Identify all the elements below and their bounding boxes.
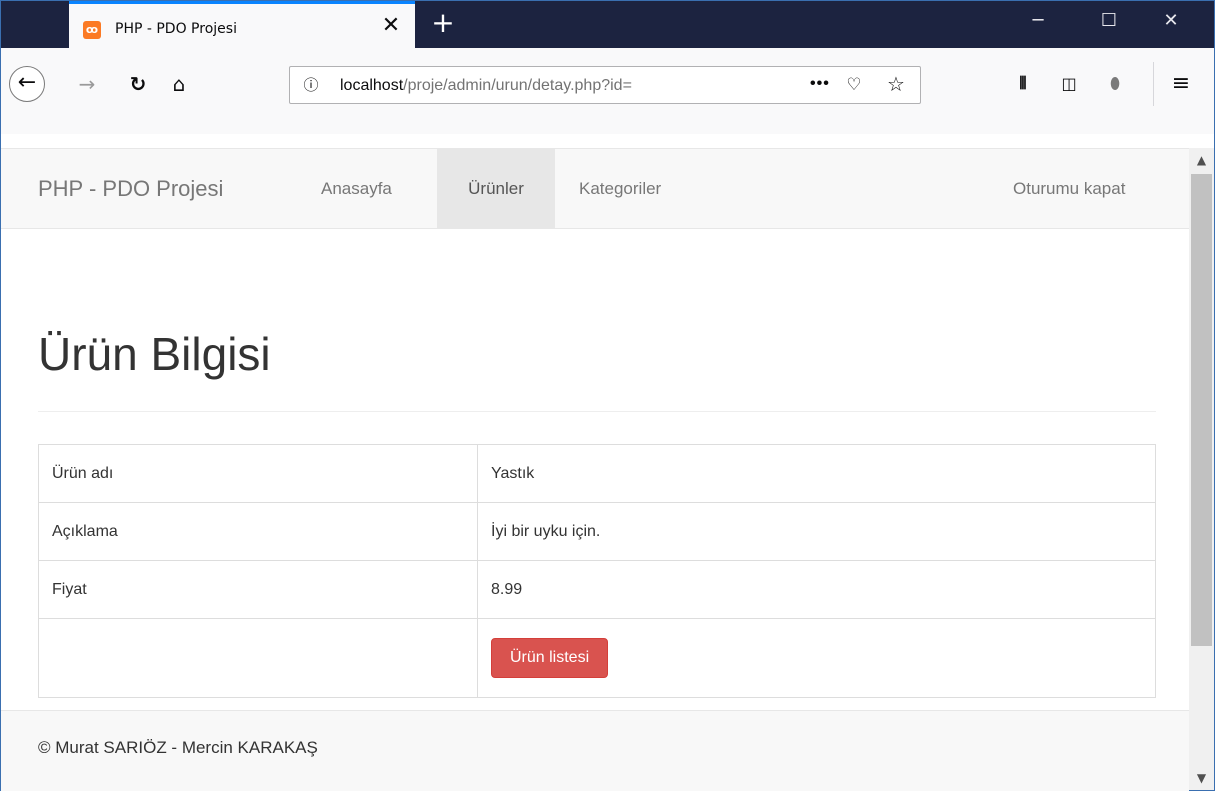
table-row: Ürün listesi [38, 618, 1156, 698]
toolbar-divider [1153, 62, 1154, 106]
product-info-table: Ürün adı Yastık Açıklama İyi bir uyku iç… [38, 444, 1156, 698]
close-tab-icon[interactable]: ✕ [379, 14, 403, 38]
reload-icon[interactable]: ↻ [124, 70, 152, 98]
page-title: Ürün Bilgisi [38, 328, 271, 380]
address-bar[interactable]: ⓘ localhost/proje/admin/urun/detay.php?i… [289, 66, 921, 104]
nav-item-products[interactable]: Ürünler [437, 149, 555, 228]
url-host: localhost [340, 77, 404, 94]
window-close-icon[interactable]: ✕ [1141, 1, 1201, 41]
tab-title: PHP - PDO Projesi [115, 21, 237, 37]
url-text[interactable]: localhost/proje/admin/urun/detay.php?id= [340, 77, 760, 95]
pocket-icon[interactable]: ♡ [842, 73, 866, 97]
row-value: Yastık [477, 444, 1156, 503]
star-icon[interactable]: ☆ [884, 72, 908, 96]
navbar-brand[interactable]: PHP - PDO Projesi [38, 176, 223, 202]
library-icon[interactable]: ⫴ [1009, 70, 1037, 98]
maximize-icon[interactable]: ☐ [1079, 1, 1139, 41]
scrollbar-thumb[interactable] [1191, 174, 1212, 646]
menu-icon[interactable]: ≡ [1167, 70, 1195, 98]
site-navbar: PHP - PDO Projesi Anasayfa Ürünler Kateg… [1, 148, 1189, 229]
table-row: Fiyat 8.99 [38, 560, 1156, 619]
nav-item-home[interactable]: Anasayfa [321, 149, 392, 228]
xampp-icon: ꝏ [83, 21, 101, 39]
nav-item-logout[interactable]: Oturumu kapat [1013, 149, 1125, 228]
page-footer: © Murat SARIÖZ - Mercin KARAKAŞ [1, 710, 1189, 791]
row-value: 8.99 [477, 560, 1156, 619]
row-label: Ürün adı [38, 444, 478, 503]
browser-tab[interactable]: ꝏ PHP - PDO Projesi ✕ [69, 1, 415, 49]
forward-icon[interactable]: → [73, 70, 101, 98]
row-action-cell: Ürün listesi [477, 618, 1156, 698]
home-icon[interactable]: ⌂ [165, 70, 193, 98]
page-viewport: PHP - PDO Projesi Anasayfa Ürünler Kateg… [0, 134, 1215, 791]
title-divider [38, 411, 1156, 412]
vertical-scrollbar[interactable]: ▲ ▼ [1189, 148, 1214, 790]
row-label-empty [38, 618, 478, 698]
table-row: Ürün adı Yastık [38, 444, 1156, 503]
page-actions-icon[interactable]: ••• [810, 75, 830, 93]
row-label: Açıklama [38, 502, 478, 561]
back-icon[interactable]: ← [9, 66, 45, 102]
row-label: Fiyat [38, 560, 478, 619]
url-path: /proje/admin/urun/detay.php?id= [403, 77, 632, 94]
shield-icon[interactable]: ⬮ [1101, 70, 1129, 98]
sidebar-icon[interactable]: ◫ [1055, 70, 1083, 98]
info-icon[interactable]: ⓘ [300, 74, 322, 96]
table-row: Açıklama İyi bir uyku için. [38, 502, 1156, 561]
new-tab-icon[interactable]: + [429, 9, 457, 38]
browser-toolbar: ← → ↻ ⌂ ⓘ localhost/proje/admin/urun/det… [0, 48, 1215, 134]
minimize-icon[interactable]: ─ [1008, 1, 1068, 41]
footer-text: © Murat SARIÖZ - Mercin KARAKAŞ [38, 738, 318, 757]
browser-titlebar: ꝏ PHP - PDO Projesi ✕ + ─ ☐ ✕ [0, 0, 1215, 49]
product-list-button[interactable]: Ürün listesi [491, 638, 609, 678]
row-value: İyi bir uyku için. [477, 502, 1156, 561]
scroll-down-icon[interactable]: ▼ [1189, 766, 1214, 790]
nav-item-categories[interactable]: Kategoriler [579, 149, 661, 228]
scroll-up-icon[interactable]: ▲ [1189, 148, 1214, 172]
